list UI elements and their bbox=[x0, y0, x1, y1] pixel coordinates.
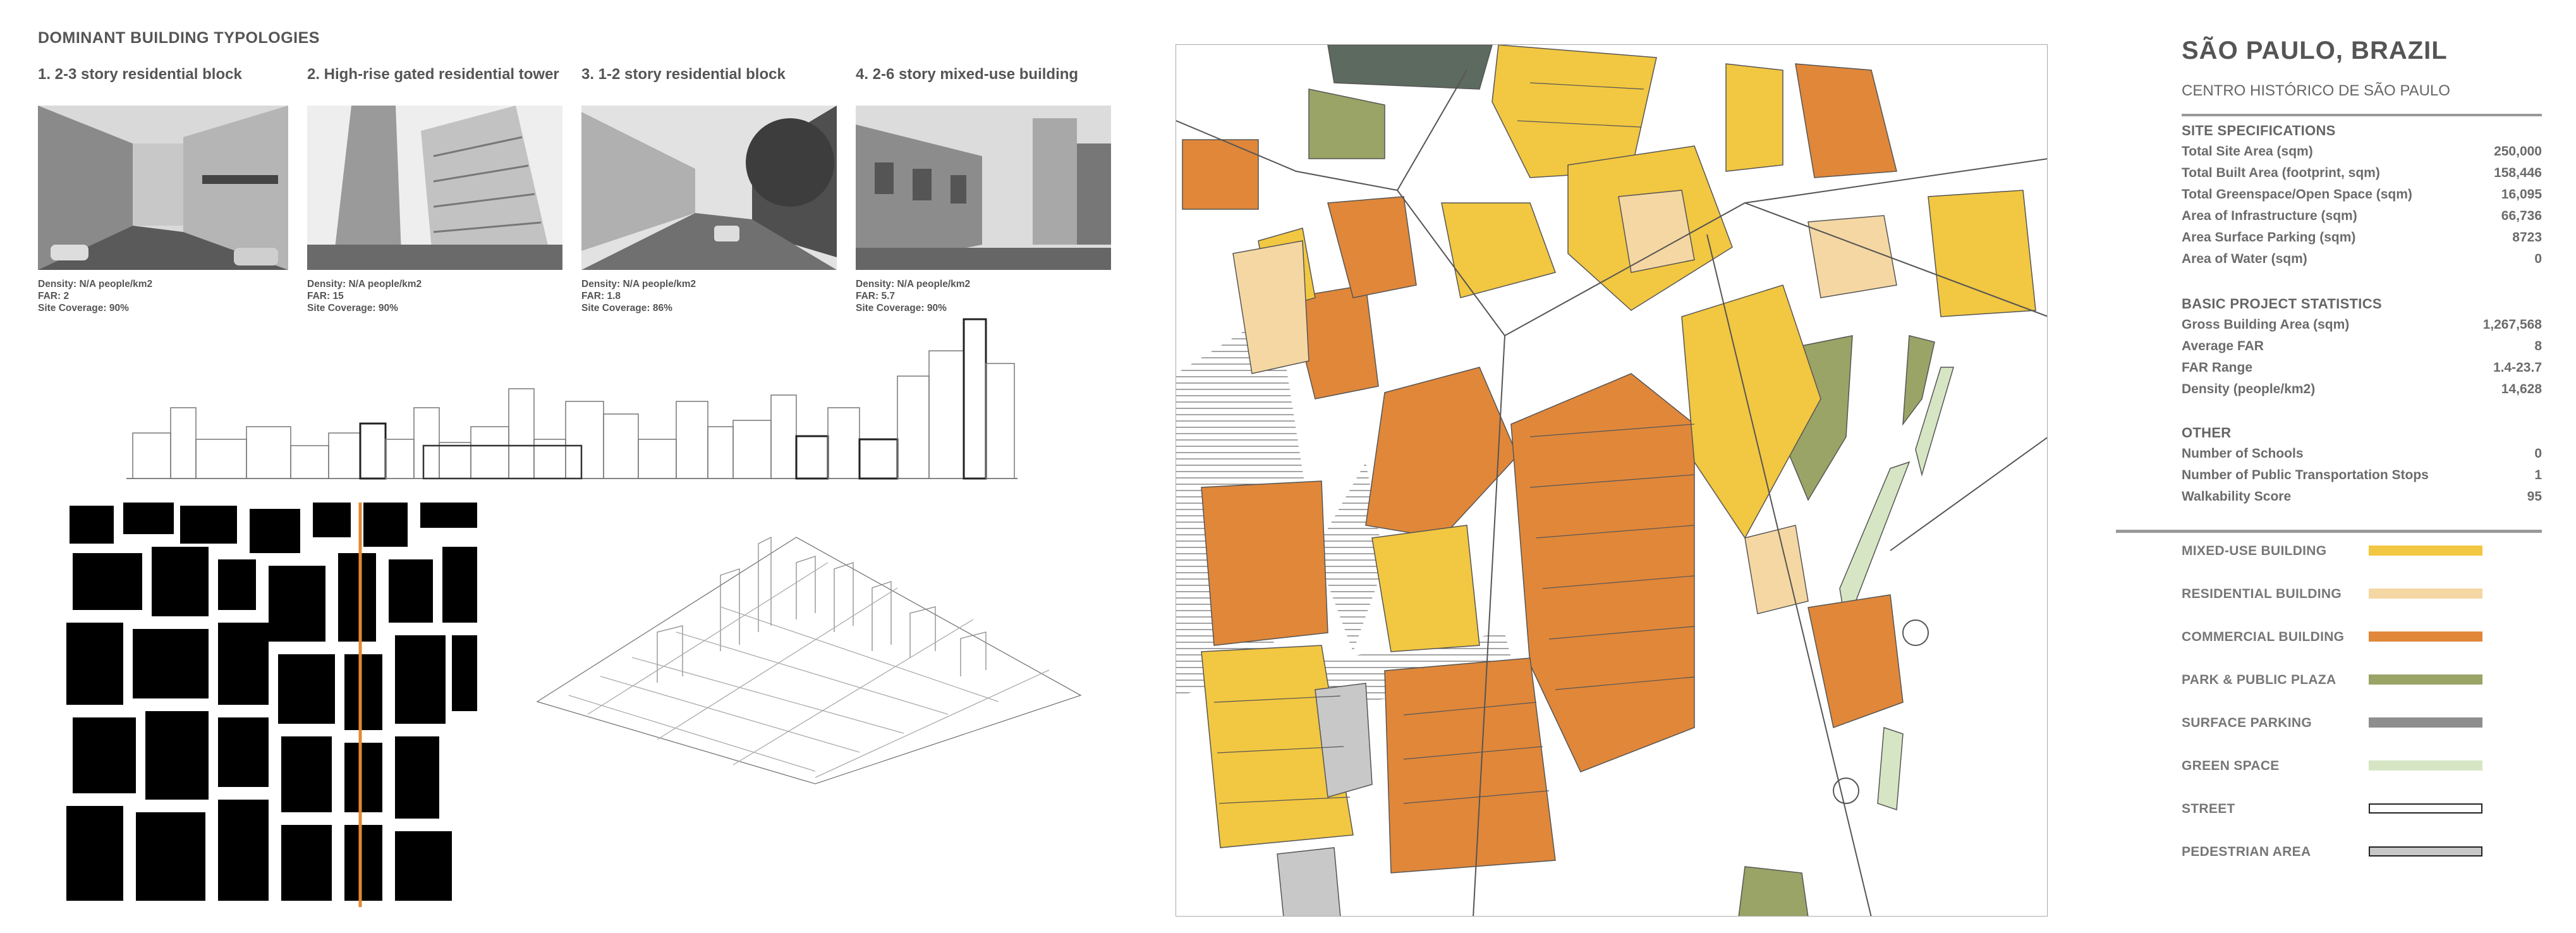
legend-swatch-green-space bbox=[2369, 760, 2482, 771]
title-divider bbox=[2182, 114, 2542, 116]
other-label: Number of Schools bbox=[2182, 446, 2304, 461]
other-label: Walkability Score bbox=[2182, 489, 2292, 504]
axonometric-model bbox=[531, 525, 1087, 790]
stats-value: 8 bbox=[2534, 339, 2542, 353]
stats-label: Density (people/km2) bbox=[2182, 382, 2316, 396]
stats-row: Average FAR 8 bbox=[2182, 339, 2542, 354]
spec-value: 0 bbox=[2534, 252, 2542, 266]
spec-value: 16,095 bbox=[2501, 187, 2542, 202]
typology-2-title: 2. High-rise gated residential tower bbox=[307, 66, 559, 83]
spec-row: Area of Water (sqm) 0 bbox=[2182, 252, 2542, 267]
skyline-elevation bbox=[126, 313, 1018, 484]
legend-swatch-mixed-use bbox=[2369, 546, 2482, 556]
typology-4-density: Density: N/A people/km2 bbox=[856, 279, 971, 290]
typology-3-far: FAR: 1.8 bbox=[581, 291, 621, 302]
other-heading: OTHER bbox=[2182, 425, 2232, 441]
stats-label: FAR Range bbox=[2182, 360, 2253, 375]
legend-label-commercial: COMMERCIAL BUILDING bbox=[2182, 630, 2345, 644]
legend-swatch-commercial bbox=[2369, 631, 2482, 642]
typology-1-density: Density: N/A people/km2 bbox=[38, 279, 153, 290]
typology-1-photo bbox=[38, 106, 288, 270]
district-subtitle: CENTRO HISTÓRICO DE SÃO PAULO bbox=[2182, 82, 2450, 99]
stats-value: 1.4-23.7 bbox=[2493, 360, 2542, 375]
other-label: Number of Public Transportation Stops bbox=[2182, 468, 2429, 482]
legend-label-pedestrian: PEDESTRIAN AREA bbox=[2182, 845, 2311, 859]
legend-swatch-residential bbox=[2369, 588, 2482, 599]
city-title: SÃO PAULO, BRAZIL bbox=[2182, 37, 2448, 64]
stats-row: Gross Building Area (sqm) 1,267,568 bbox=[2182, 317, 2542, 332]
legend-swatch-park bbox=[2369, 674, 2482, 685]
typology-3-density: Density: N/A people/km2 bbox=[581, 279, 696, 290]
spec-label: Total Site Area (sqm) bbox=[2182, 144, 2313, 159]
stats-label: Average FAR bbox=[2182, 339, 2264, 353]
typology-2-far: FAR: 15 bbox=[307, 291, 344, 302]
typology-1-title: 1. 2-3 story residential block bbox=[38, 66, 242, 83]
typology-3-title: 3. 1-2 story residential block bbox=[581, 66, 786, 83]
spec-value: 250,000 bbox=[2494, 144, 2542, 159]
stats-row: FAR Range 1.4-23.7 bbox=[2182, 360, 2542, 375]
typologies-heading: DOMINANT BUILDING TYPOLOGIES bbox=[38, 29, 320, 47]
other-value: 1 bbox=[2534, 468, 2542, 482]
legend-label-mixed-use: MIXED-USE BUILDING bbox=[2182, 544, 2327, 558]
legend-label-residential: RESIDENTIAL BUILDING bbox=[2182, 587, 2342, 601]
stats-row: Density (people/km2) 14,628 bbox=[2182, 382, 2542, 397]
other-row: Number of Public Transportation Stops 1 bbox=[2182, 468, 2542, 483]
spec-row: Area of Infrastructure (sqm) 66,736 bbox=[2182, 209, 2542, 224]
legend-divider bbox=[2116, 530, 2542, 533]
spec-label: Area of Water (sqm) bbox=[2182, 252, 2307, 266]
other-row: Number of Schools 0 bbox=[2182, 446, 2542, 461]
stats-label: Gross Building Area (sqm) bbox=[2182, 317, 2350, 332]
spec-value: 158,446 bbox=[2494, 166, 2542, 180]
site-specs-heading: SITE SPECIFICATIONS bbox=[2182, 123, 2336, 138]
typology-1-stats: Density: N/A people/km2 FAR: 2 Site Cove… bbox=[38, 278, 152, 314]
spec-row: Area Surface Parking (sqm) 8723 bbox=[2182, 230, 2542, 245]
typology-2-photo bbox=[307, 106, 562, 270]
spec-value: 66,736 bbox=[2501, 209, 2542, 223]
legend-label-parking: SURFACE PARKING bbox=[2182, 716, 2312, 730]
typology-1-far: FAR: 2 bbox=[38, 291, 70, 302]
typology-4-title: 4. 2-6 story mixed-use building bbox=[856, 66, 1079, 83]
figure-ground-map bbox=[66, 503, 477, 907]
spec-row: Total Built Area (footprint, sqm) 158,446 bbox=[2182, 166, 2542, 181]
typology-4-far: FAR: 5.7 bbox=[856, 291, 896, 302]
spec-row: Total Greenspace/Open Space (sqm) 16,095 bbox=[2182, 187, 2542, 202]
other-row: Walkability Score 95 bbox=[2182, 489, 2542, 504]
legend-label-park: PARK & PUBLIC PLAZA bbox=[2182, 673, 2336, 687]
spec-label: Total Greenspace/Open Space (sqm) bbox=[2182, 187, 2412, 202]
spec-label: Total Built Area (footprint, sqm) bbox=[2182, 166, 2380, 180]
typology-2-stats: Density: N/A people/km2 FAR: 15 Site Cov… bbox=[307, 278, 422, 314]
legend-swatch-parking bbox=[2369, 717, 2482, 728]
typology-4-photo bbox=[856, 106, 1111, 270]
spec-value: 8723 bbox=[2512, 230, 2542, 245]
stats-value: 14,628 bbox=[2501, 382, 2542, 396]
typology-4-stats: Density: N/A people/km2 FAR: 5.7 Site Co… bbox=[856, 278, 970, 314]
spec-label: Area Surface Parking (sqm) bbox=[2182, 230, 2356, 245]
spec-label: Area of Infrastructure (sqm) bbox=[2182, 209, 2357, 223]
other-value: 0 bbox=[2534, 446, 2542, 461]
spec-row: Total Site Area (sqm) 250,000 bbox=[2182, 144, 2542, 159]
land-use-map bbox=[1176, 44, 2048, 917]
legend-label-street: STREET bbox=[2182, 802, 2235, 816]
legend-label-green-space: GREEN SPACE bbox=[2182, 759, 2280, 773]
stats-value: 1,267,568 bbox=[2482, 317, 2542, 332]
legend-swatch-pedestrian bbox=[2369, 846, 2482, 857]
basic-stats-heading: BASIC PROJECT STATISTICS bbox=[2182, 296, 2382, 312]
legend-swatch-street bbox=[2369, 803, 2482, 814]
typology-3-photo bbox=[581, 106, 837, 270]
other-value: 95 bbox=[2527, 489, 2542, 504]
typology-2-density: Density: N/A people/km2 bbox=[307, 279, 422, 290]
typology-3-stats: Density: N/A people/km2 FAR: 1.8 Site Co… bbox=[581, 278, 696, 314]
